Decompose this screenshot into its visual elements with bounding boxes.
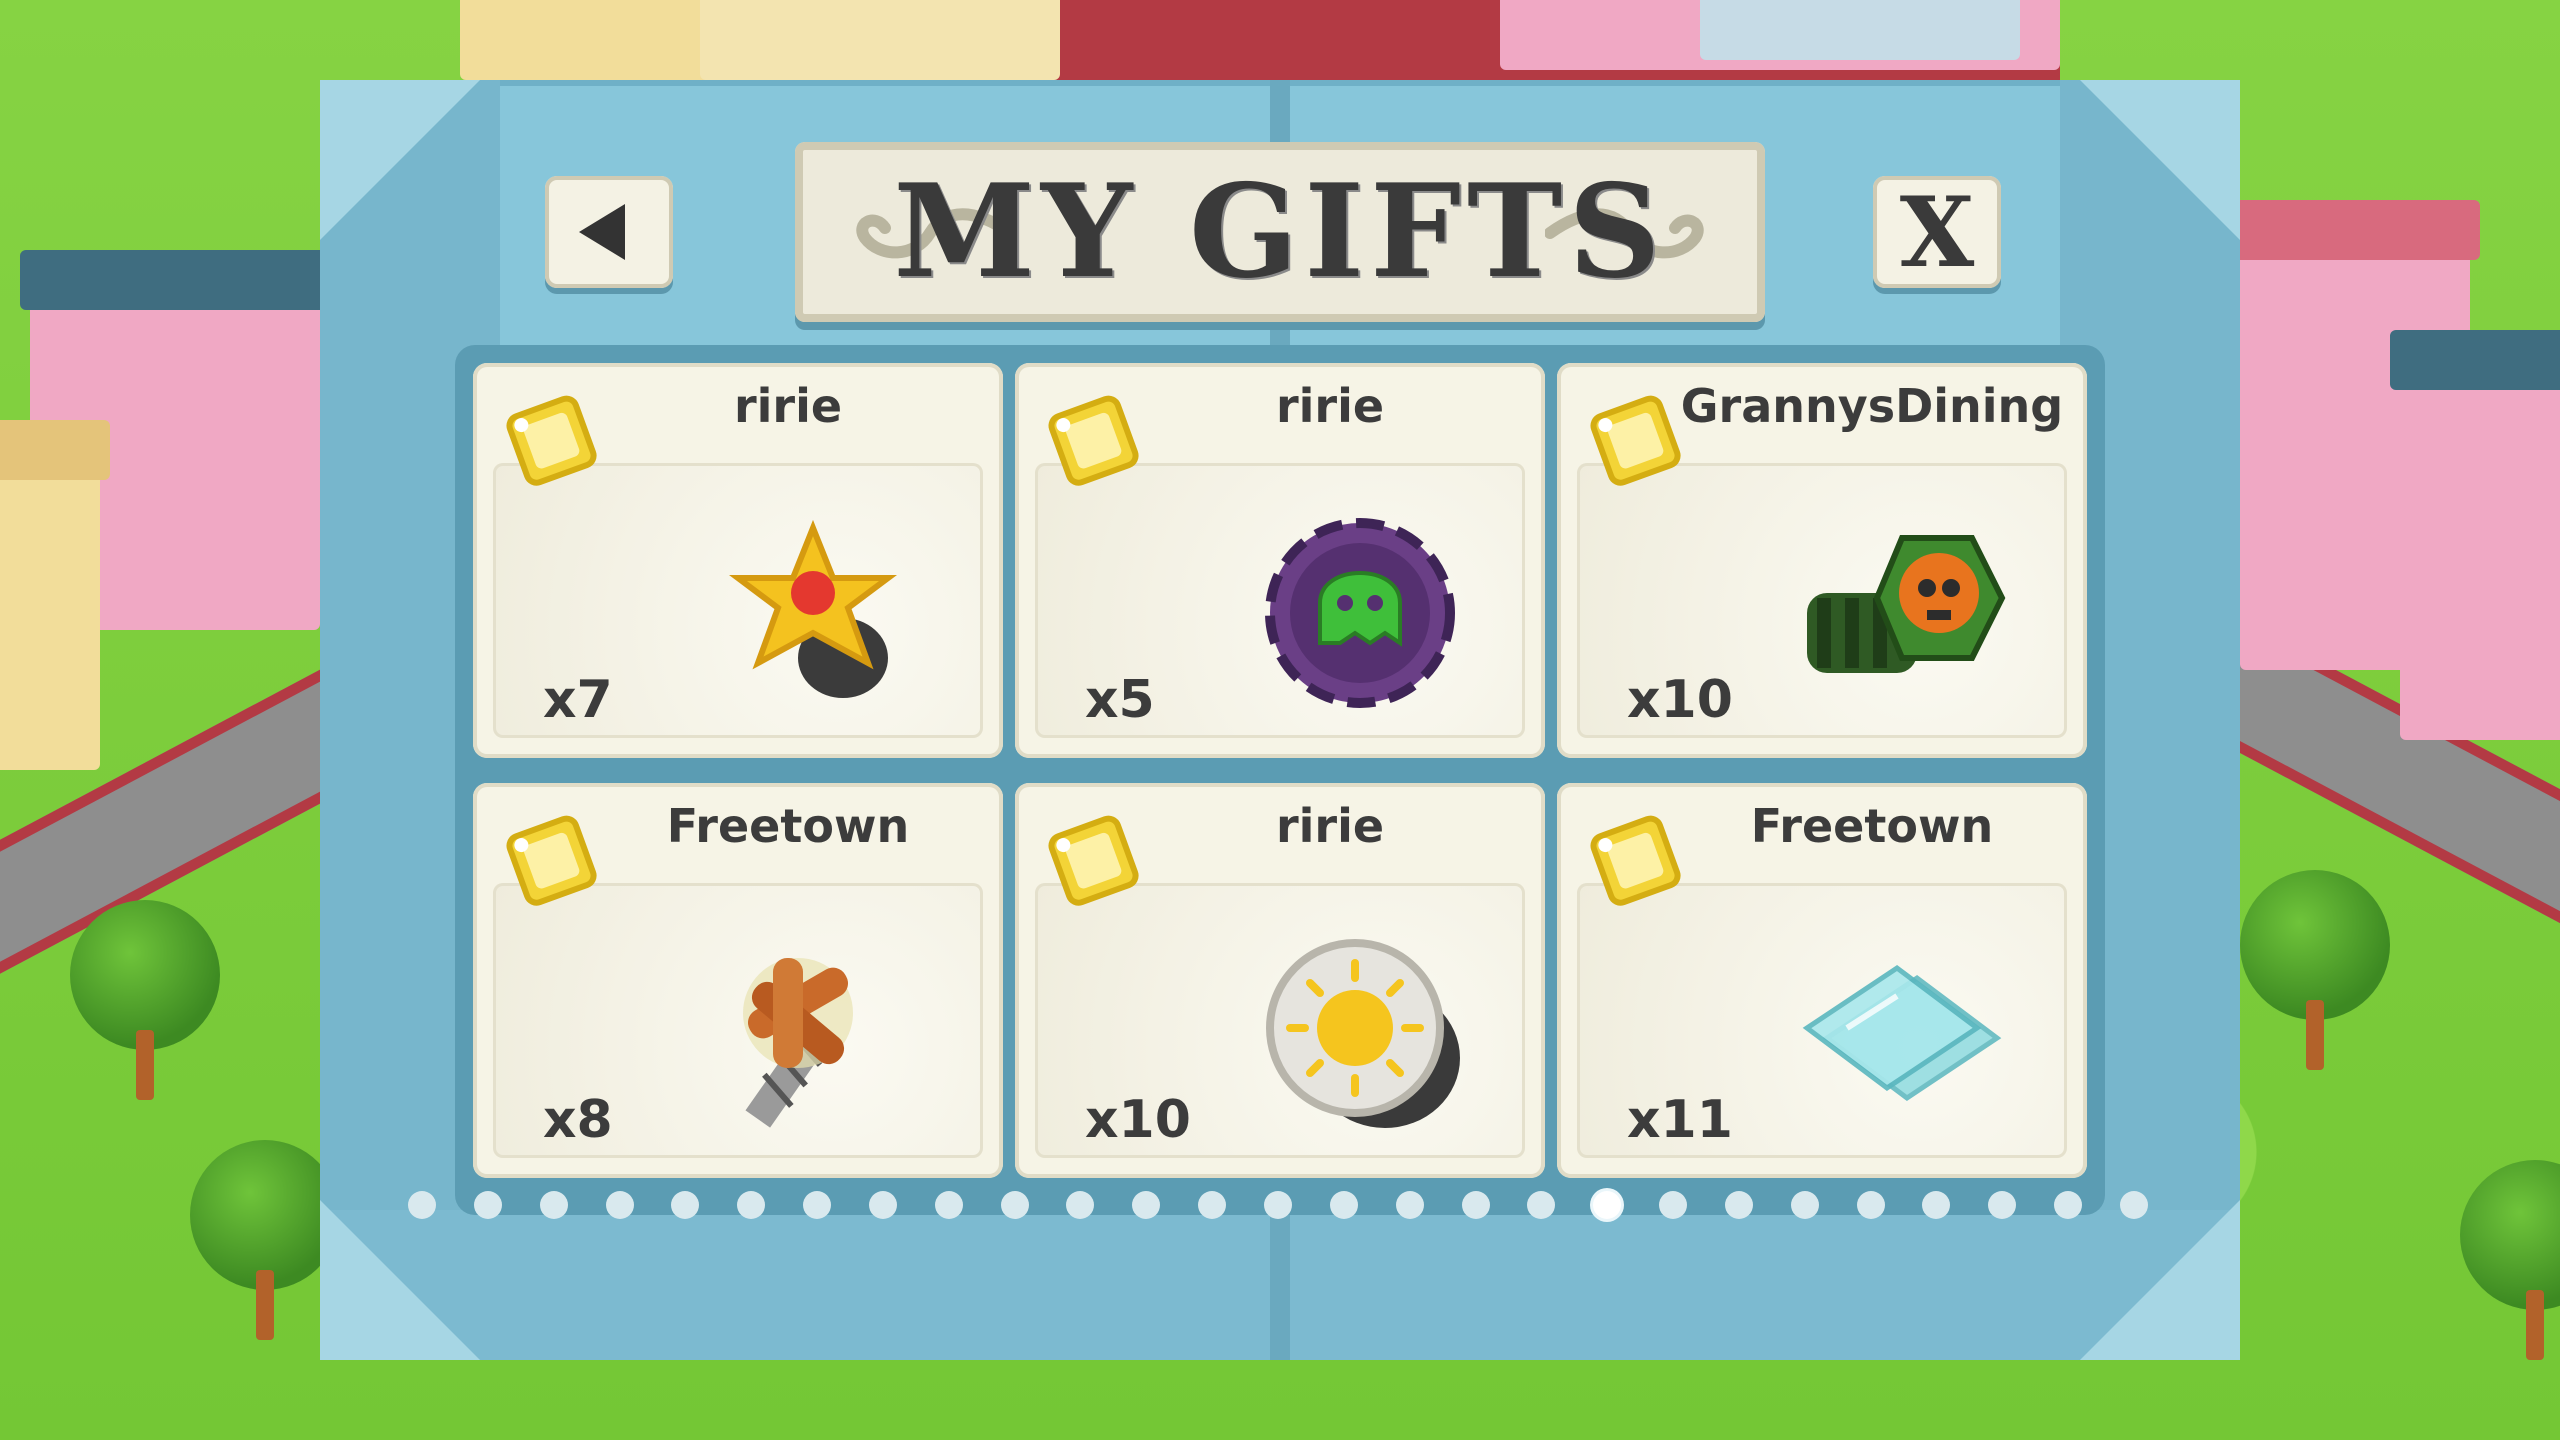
page-dot[interactable] [1198,1191,1227,1219]
cinnamon-screw-icon [743,958,853,1128]
page-dot[interactable] [1132,1191,1161,1219]
golden-star-bolt-icon [729,519,897,698]
glass-panes-icon [1802,964,2002,1102]
tree [70,900,220,1100]
back-button[interactable] [545,176,673,288]
gift-sender: Freetown [666,799,910,853]
page-dot[interactable] [539,1191,568,1219]
tree [2240,870,2390,1070]
building [1700,0,2020,60]
page-dot[interactable] [1000,1191,1029,1219]
page-dot[interactable] [671,1191,700,1219]
page-dot[interactable] [1659,1191,1688,1219]
gift-count: x10 [1085,1090,1191,1150]
page-dot[interactable] [408,1191,436,1219]
gift-card[interactable]: ririe x5 [1015,363,1545,758]
gift-sender: ririe [1275,379,1385,433]
dialog-title: MY GIFTS [893,157,1667,307]
page-indicator [408,1185,2148,1225]
gift-sender: Freetown [1750,799,1994,853]
page-dot[interactable] [934,1191,963,1219]
building [2390,330,2560,740]
page-dot-active[interactable] [1593,1191,1622,1219]
page-dot[interactable] [1790,1191,1819,1219]
gift-count: x8 [543,1090,613,1150]
title-plate: MY GIFTS [795,142,1765,322]
gift-sender: ririe [1275,799,1385,853]
gift-count: x10 [1627,670,1733,730]
close-button[interactable]: X [1873,175,2001,289]
sun-knob-icon [1266,939,1460,1128]
page-dot[interactable] [737,1191,766,1219]
page-dot[interactable] [2119,1191,2148,1219]
purple-gear-ghost-icon [1265,518,1455,708]
gift-card[interactable]: GrannysDining x10 [1557,363,2087,758]
page-dot[interactable] [1329,1191,1358,1219]
page-dot[interactable] [803,1191,832,1219]
close-icon: X [1899,175,1975,289]
page-dot[interactable] [1461,1191,1490,1219]
page-dot[interactable] [1527,1191,1556,1219]
building [460,0,720,80]
gifts-dialog: MY GIFTS X ririe x7 ririe x5 GrannysDini… [320,80,2240,1360]
tree [190,1140,340,1340]
green-skull-bolt-icon [1807,535,2006,673]
page-dot[interactable] [1395,1191,1424,1219]
gift-sender: GrannysDining [1680,379,2064,433]
page-dot[interactable] [1263,1191,1292,1219]
gift-count: x11 [1627,1090,1733,1150]
gift-card[interactable]: ririe x10 [1015,783,1545,1178]
gift-count: x7 [543,670,613,730]
page-dot[interactable] [1856,1191,1885,1219]
page-dot[interactable] [473,1191,502,1219]
building [700,0,1060,80]
page-dot[interactable] [1988,1191,2017,1219]
page-dot[interactable] [1922,1191,1951,1219]
gift-count: x5 [1085,670,1155,730]
gift-card[interactable]: Freetown x8 [473,783,1003,1178]
page-dot[interactable] [868,1191,897,1219]
gift-card[interactable]: ririe x7 [473,363,1003,758]
building [0,420,110,770]
page-dot[interactable] [1066,1191,1095,1219]
triangle-left-icon [579,204,625,260]
gift-sender: ririe [733,379,843,433]
page-dot[interactable] [2054,1191,2083,1219]
page-dot[interactable] [605,1191,634,1219]
page-dot[interactable] [1724,1191,1753,1219]
gift-grid: ririe x7 ririe x5 GrannysDining x10 Free… [455,345,2105,1215]
gift-card[interactable]: Freetown x11 [1557,783,2087,1178]
